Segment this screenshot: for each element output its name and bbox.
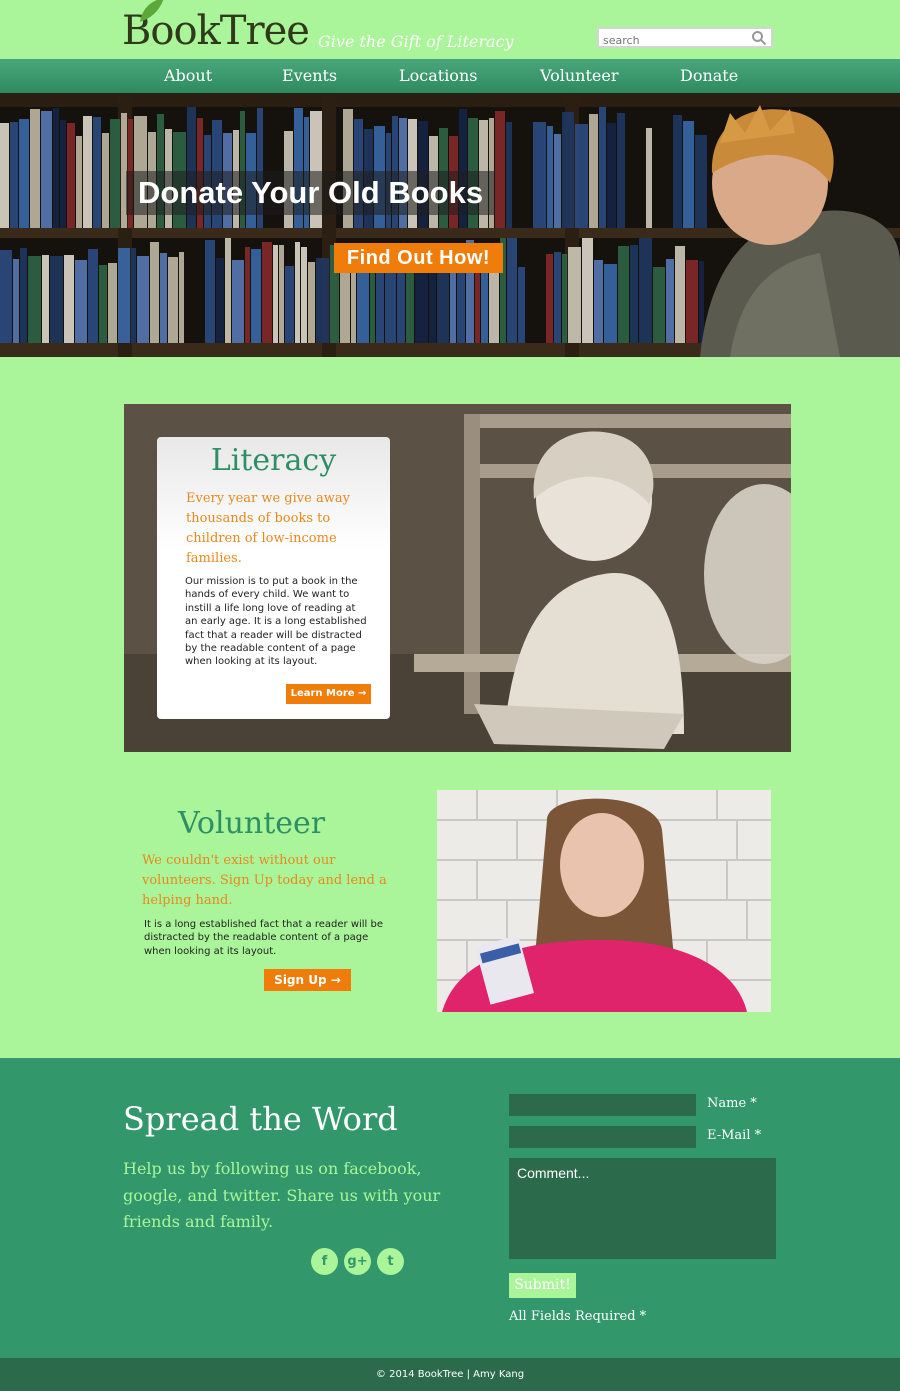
boy-reading-image xyxy=(700,105,900,357)
nav-item-volunteer[interactable]: Volunteer xyxy=(540,66,618,85)
main-nav: About Events Locations Volunteer Donate xyxy=(0,59,900,93)
volunteer-subtitle: We couldn't exist without our volunteers… xyxy=(142,853,387,908)
hero-banner: Donate Your Old Books Find Out How! xyxy=(0,93,900,357)
required-note: All Fields Required * xyxy=(509,1309,647,1324)
literacy-subtitle: Every year we give away thousands of boo… xyxy=(186,491,350,566)
spread-text: Help us by following us on facebook, goo… xyxy=(123,1159,441,1231)
leaf-icon xyxy=(140,0,164,22)
name-field[interactable] xyxy=(509,1094,696,1116)
literacy-section: Literacy Every year we give away thousan… xyxy=(124,404,791,752)
email-label: E-Mail * xyxy=(707,1128,762,1143)
google-plus-icon[interactable]: g+ xyxy=(344,1248,371,1275)
volunteer-title: Volunteer xyxy=(178,806,326,841)
copyright: © 2014 BookTree | Amy Kang xyxy=(0,1358,900,1391)
nav-item-locations[interactable]: Locations xyxy=(399,66,477,85)
twitter-icon[interactable]: t xyxy=(377,1248,404,1275)
volunteer-body: It is a long established fact that a rea… xyxy=(144,919,384,957)
search-box[interactable] xyxy=(597,27,773,49)
literacy-card: Literacy Every year we give away thousan… xyxy=(157,437,390,719)
site-header: BookTree Give the Gift of Literacy xyxy=(0,0,900,59)
spread-the-word-section: Spread the Word Help us by following us … xyxy=(0,1058,900,1358)
find-out-how-button[interactable]: Find Out How! xyxy=(334,243,503,273)
nav-item-donate[interactable]: Donate xyxy=(680,66,738,85)
spread-title: Spread the Word xyxy=(123,1100,398,1138)
volunteer-photo xyxy=(437,790,771,1012)
literacy-title: Literacy xyxy=(210,443,337,478)
email-field[interactable] xyxy=(509,1126,696,1148)
nav-item-events[interactable]: Events xyxy=(282,66,337,85)
learn-more-button[interactable]: Learn More → xyxy=(286,684,371,704)
facebook-icon[interactable]: f xyxy=(311,1248,338,1275)
nav-item-about[interactable]: About xyxy=(164,66,212,85)
name-label: Name * xyxy=(707,1096,757,1111)
submit-button[interactable]: Submit! xyxy=(509,1273,576,1298)
tagline: Give the Gift of Literacy xyxy=(318,32,514,51)
literacy-body: Our mission is to put a book in the hand… xyxy=(185,576,367,668)
hero-title: Donate Your Old Books xyxy=(126,171,496,215)
search-input[interactable] xyxy=(599,32,749,49)
sign-up-button[interactable]: Sign Up → xyxy=(264,969,351,991)
search-icon[interactable] xyxy=(751,30,767,46)
comment-field[interactable]: Comment... xyxy=(509,1158,776,1259)
site-logo[interactable]: BookTree xyxy=(122,0,310,54)
